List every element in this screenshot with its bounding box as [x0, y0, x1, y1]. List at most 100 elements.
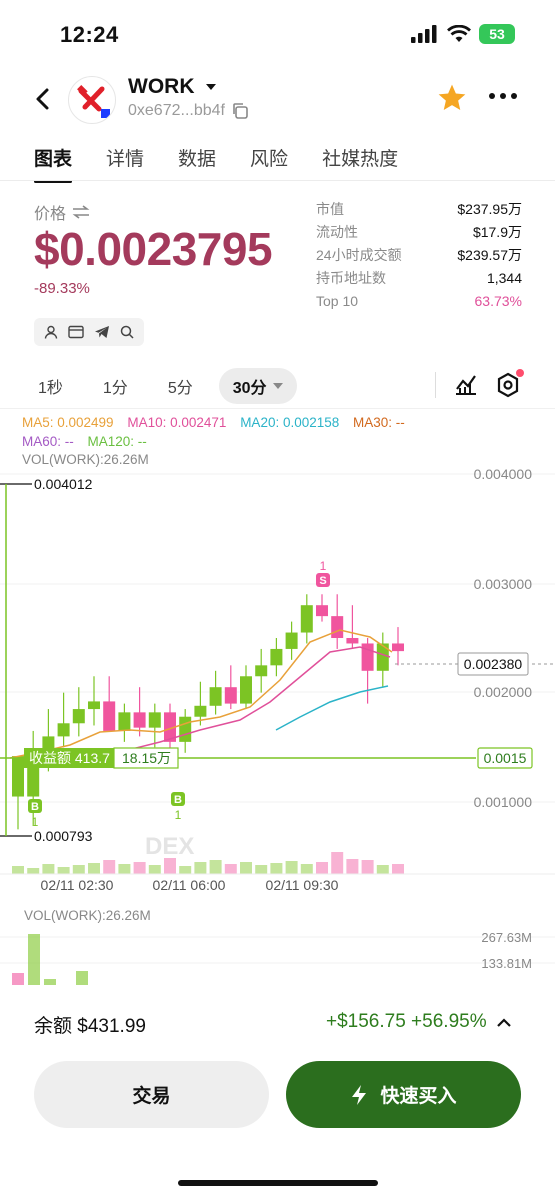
tab-details[interactable]: 详情: [106, 144, 144, 181]
x-tick: 02/11 09:30: [266, 877, 339, 893]
pnl-tag-text: 收益额 413.7: [29, 750, 110, 766]
candle-body[interactable]: [72, 709, 85, 724]
trade-button[interactable]: 交易: [34, 1061, 269, 1128]
social-links: [34, 318, 144, 346]
volume-bar: [118, 864, 131, 874]
tab-chart[interactable]: 图表: [34, 144, 73, 183]
interval-selector: 1秒 1分 5分 30分: [24, 368, 309, 404]
svg-text:1: 1: [32, 815, 39, 829]
pnl-amount: 18.15万: [122, 750, 171, 766]
volume-bar: [270, 863, 283, 874]
candle-body[interactable]: [285, 632, 298, 649]
token-name: WORK: [128, 75, 195, 98]
lightning-icon: [352, 1084, 367, 1105]
stat-liquidity: 流动性 $17.9万: [316, 224, 522, 241]
y-tick: 0.001000: [474, 794, 533, 810]
stat-market-cap: 市值 $237.95万: [316, 201, 522, 218]
y-tick: 0.002000: [474, 684, 533, 700]
ma20-label: MA20: 0.002158: [240, 415, 340, 430]
candle-body[interactable]: [331, 616, 344, 638]
volume-bar: [240, 862, 252, 874]
volume-bar: [42, 864, 55, 874]
y-tick: 0.004000: [474, 466, 533, 482]
candle-body[interactable]: [12, 756, 24, 797]
volume-bar: [72, 865, 85, 874]
volume-label: VOL(WORK):26.26M: [24, 908, 151, 923]
user-icon[interactable]: [44, 325, 58, 339]
star-icon[interactable]: [436, 82, 468, 114]
buy-marker[interactable]: B 1: [171, 792, 185, 822]
volume-bar: [392, 864, 404, 874]
candle-body[interactable]: [270, 648, 283, 666]
volume-bar: [88, 863, 100, 874]
copy-icon[interactable]: [231, 102, 249, 120]
candle-body[interactable]: [240, 676, 252, 704]
token-address[interactable]: 0xe672...bb4f: [128, 102, 249, 120]
candle-body[interactable]: [346, 638, 359, 644]
candle-body[interactable]: [57, 723, 70, 737]
volume-bar: [164, 858, 176, 874]
svg-text:1: 1: [320, 559, 327, 573]
telegram-icon[interactable]: [94, 325, 110, 339]
candle-body[interactable]: [392, 643, 404, 652]
more-icon[interactable]: [488, 88, 518, 104]
x-tick: 02/11 02:30: [41, 877, 114, 893]
back-icon[interactable]: [28, 84, 58, 114]
home-indicator: [178, 1180, 378, 1186]
candle-body[interactable]: [194, 705, 207, 717]
dex-watermark: DEX: [145, 833, 194, 860]
volume-bar: [209, 860, 222, 874]
search-icon[interactable]: [120, 325, 134, 339]
caret-down-icon: [272, 382, 283, 389]
ma10-label: MA10: 0.002471: [127, 415, 227, 430]
quick-buy-button[interactable]: 快速买入: [286, 1061, 521, 1128]
website-icon[interactable]: [68, 325, 84, 339]
volume-bar: [57, 867, 70, 874]
buy-marker[interactable]: B 1: [28, 799, 42, 829]
candle-body[interactable]: [224, 687, 237, 704]
tab-risk[interactable]: 风险: [250, 144, 288, 181]
token-logo: [68, 76, 116, 124]
svg-text:B: B: [31, 801, 39, 813]
sell-marker[interactable]: 1 S: [316, 559, 330, 587]
price-label-row[interactable]: 价格: [34, 200, 90, 224]
tab-social-heat[interactable]: 社媒热度: [322, 144, 398, 181]
low-marker: 0.000793: [34, 828, 93, 844]
svg-text:S: S: [319, 575, 326, 587]
ma5-label: MA5: 0.002499: [22, 415, 114, 430]
candle-body[interactable]: [118, 712, 131, 731]
token-selector[interactable]: WORK: [128, 75, 217, 99]
indicator-icon[interactable]: [454, 372, 478, 396]
candle-body[interactable]: [133, 712, 146, 728]
interval-1m[interactable]: 1分: [89, 368, 142, 404]
chevron-up-icon[interactable]: [496, 1017, 511, 1027]
volume-bar: [76, 971, 88, 985]
interval-1s[interactable]: 1秒: [24, 368, 77, 404]
volume-chart[interactable]: 267.63M 133.81M: [0, 925, 555, 985]
ma5-line: [9, 629, 393, 759]
volume-bar: [28, 934, 40, 985]
candle-body[interactable]: [316, 605, 328, 617]
volume-bar: [179, 866, 192, 874]
tab-data[interactable]: 数据: [178, 144, 216, 181]
candle-body[interactable]: [376, 643, 389, 671]
candle-body[interactable]: [255, 665, 268, 677]
candle-body[interactable]: [88, 701, 100, 710]
svg-text:B: B: [174, 794, 182, 806]
candle-body[interactable]: [300, 605, 313, 633]
candle-body[interactable]: [209, 687, 222, 706]
price-change: -89.33%: [34, 280, 90, 297]
swap-icon[interactable]: [72, 205, 90, 219]
entry-price-label: 0.0015: [484, 750, 527, 766]
balance: 余额 $431.99: [34, 1016, 146, 1037]
volume-bar: [346, 859, 359, 874]
inner-volume-bars: [12, 852, 404, 874]
candle-body[interactable]: [148, 712, 161, 728]
volume-bar: [224, 864, 237, 874]
price-chart[interactable]: 0.004000 0.003000 0.002000 0.001000 0.00…: [0, 462, 555, 902]
candle-body[interactable]: [103, 701, 116, 731]
pnl-summary[interactable]: +$156.75 +56.95%: [326, 1011, 511, 1033]
interval-5m[interactable]: 5分: [154, 368, 207, 404]
candle-body[interactable]: [179, 716, 192, 742]
interval-30m[interactable]: 30分: [218, 368, 297, 404]
